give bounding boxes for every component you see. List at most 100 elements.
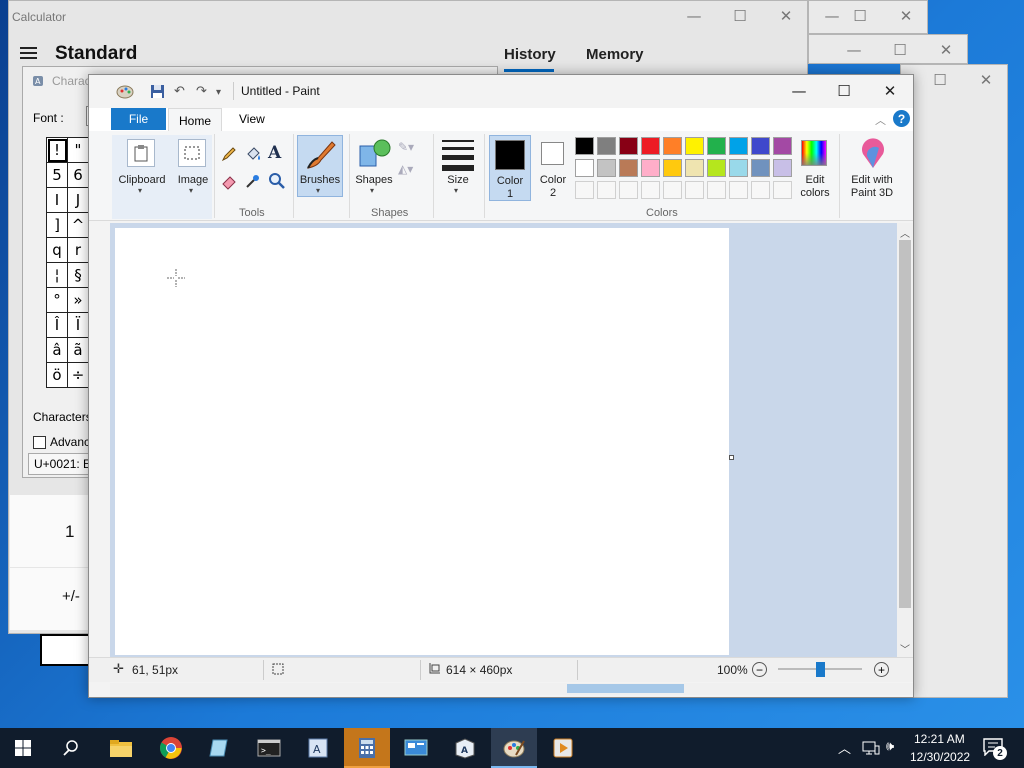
pencil-icon[interactable] bbox=[220, 145, 238, 166]
brushes-button[interactable]: Brushes ▾ bbox=[297, 135, 343, 197]
start-button[interactable] bbox=[0, 728, 46, 768]
palette-swatch[interactable] bbox=[619, 181, 638, 199]
edit-colors-button[interactable]: Edit colors bbox=[797, 136, 833, 200]
vertical-scroll-thumb[interactable] bbox=[899, 240, 911, 608]
palette-swatch[interactable] bbox=[575, 181, 594, 199]
character-cell[interactable]: I bbox=[47, 188, 68, 213]
palette-swatch[interactable] bbox=[707, 137, 726, 155]
text-icon[interactable]: A bbox=[268, 143, 281, 163]
clock-time[interactable]: 12:21 AM bbox=[914, 732, 965, 746]
palette-swatch[interactable] bbox=[641, 181, 660, 199]
character-cell[interactable]: â bbox=[47, 338, 68, 363]
maximize-icon[interactable]: ☐ bbox=[917, 65, 963, 95]
palette-swatch[interactable] bbox=[707, 181, 726, 199]
palette-swatch[interactable] bbox=[663, 159, 682, 177]
character-cell[interactable]: ^ bbox=[68, 213, 89, 238]
color2-button[interactable]: Color 2 bbox=[535, 135, 571, 201]
palette-swatch[interactable] bbox=[685, 137, 704, 155]
quick-access-dropdown-icon[interactable]: ▾ bbox=[216, 87, 221, 98]
palette-swatch[interactable] bbox=[619, 159, 638, 177]
clipboard-button[interactable]: Clipboard ▾ bbox=[116, 136, 168, 198]
zoom-in-icon[interactable]: + bbox=[874, 662, 889, 677]
palette-swatch[interactable] bbox=[773, 137, 792, 155]
character-cell[interactable]: ¦ bbox=[47, 263, 68, 288]
canvas-resize-handle[interactable] bbox=[729, 455, 734, 460]
palette-swatch[interactable] bbox=[597, 181, 616, 199]
tab-file[interactable]: File bbox=[111, 108, 166, 130]
color1-button[interactable]: Color 1 bbox=[489, 135, 531, 201]
tab-home[interactable]: Home bbox=[168, 108, 222, 132]
character-cell[interactable]: q bbox=[47, 238, 68, 263]
palette-swatch[interactable] bbox=[729, 137, 748, 155]
palette-swatch[interactable] bbox=[707, 159, 726, 177]
minimize-icon[interactable]: — bbox=[831, 35, 877, 65]
magnifier-icon[interactable] bbox=[268, 172, 286, 193]
redo-icon[interactable]: ↷ bbox=[196, 84, 207, 99]
collapse-ribbon-icon[interactable]: ︿ bbox=[875, 112, 886, 128]
palette-swatch[interactable] bbox=[773, 159, 792, 177]
character-cell[interactable]: ° bbox=[47, 288, 68, 313]
clock-date[interactable]: 12/30/2022 bbox=[910, 750, 970, 764]
palette-swatch[interactable] bbox=[685, 159, 704, 177]
palette-swatch[interactable] bbox=[751, 181, 770, 199]
palette-swatch[interactable] bbox=[729, 181, 748, 199]
palette-swatch[interactable] bbox=[751, 159, 770, 177]
palette-swatch[interactable] bbox=[619, 137, 638, 155]
advanced-view-checkbox[interactable] bbox=[33, 435, 46, 449]
palette-swatch[interactable] bbox=[751, 137, 770, 155]
character-cell[interactable]: 5 bbox=[47, 163, 68, 188]
tab-memory[interactable]: Memory bbox=[586, 46, 644, 63]
show-hidden-icons-icon[interactable]: ︿ bbox=[838, 738, 851, 757]
palette-swatch[interactable] bbox=[773, 181, 792, 199]
character-cell[interactable]: 6 bbox=[68, 163, 89, 188]
network-icon[interactable] bbox=[862, 740, 880, 759]
close-icon[interactable]: ✕ bbox=[963, 65, 1009, 95]
zoom-slider-thumb[interactable] bbox=[816, 662, 825, 677]
close-icon[interactable]: ✕ bbox=[923, 35, 969, 65]
image-button[interactable]: Image ▾ bbox=[174, 136, 212, 198]
eraser-icon[interactable] bbox=[220, 172, 238, 193]
close-icon[interactable]: ✕ bbox=[867, 76, 913, 106]
palette-swatch[interactable] bbox=[663, 181, 682, 199]
character-cell[interactable]: § bbox=[68, 263, 89, 288]
file-explorer-taskbar-button[interactable] bbox=[98, 728, 144, 768]
palette-swatch[interactable] bbox=[641, 159, 660, 177]
close-icon[interactable]: ✕ bbox=[763, 1, 809, 31]
shapes-button[interactable]: Shapes ▾ bbox=[354, 136, 394, 198]
character-cell[interactable]: ö bbox=[47, 363, 68, 388]
undo-icon[interactable]: ↶ bbox=[174, 84, 185, 99]
character-cell[interactable]: ] bbox=[47, 213, 68, 238]
chrome-taskbar-button[interactable] bbox=[148, 728, 194, 768]
palette-swatch[interactable] bbox=[597, 137, 616, 155]
character-cell[interactable]: ! bbox=[47, 138, 68, 163]
close-icon[interactable]: ✕ bbox=[883, 1, 929, 31]
hamburger-menu-icon[interactable] bbox=[20, 47, 37, 62]
horizontal-scroll-thumb[interactable] bbox=[567, 684, 684, 693]
help-icon[interactable]: ? bbox=[893, 110, 910, 127]
control-panel-taskbar-button[interactable] bbox=[393, 728, 439, 768]
character-cell[interactable]: J bbox=[68, 188, 89, 213]
edit-with-paint3d-button[interactable]: Edit with Paint 3D bbox=[843, 136, 901, 200]
palette-swatch[interactable] bbox=[685, 181, 704, 199]
scroll-up-icon[interactable]: ︿ bbox=[900, 225, 910, 240]
maximize-icon[interactable]: ☐ bbox=[717, 1, 763, 31]
media-player-taskbar-button[interactable] bbox=[540, 728, 586, 768]
search-button[interactable] bbox=[48, 728, 94, 768]
color-picker-icon[interactable] bbox=[244, 172, 262, 193]
scroll-down-icon[interactable]: ﹀ bbox=[900, 641, 910, 656]
character-cell[interactable]: " bbox=[68, 138, 89, 163]
maximize-icon[interactable]: ☐ bbox=[877, 35, 923, 65]
horizontal-scrollbar[interactable] bbox=[110, 683, 913, 695]
tab-view[interactable]: View bbox=[239, 112, 265, 126]
tab-history[interactable]: History bbox=[504, 46, 556, 63]
palette-swatch[interactable] bbox=[575, 159, 594, 177]
palette-swatch[interactable] bbox=[641, 137, 660, 155]
maximize-icon[interactable]: ☐ bbox=[821, 76, 867, 106]
character-cell[interactable]: Ï bbox=[68, 313, 89, 338]
palette-swatch[interactable] bbox=[597, 159, 616, 177]
paint-taskbar-button[interactable] bbox=[491, 728, 537, 768]
character-cell[interactable]: r bbox=[68, 238, 89, 263]
volume-icon[interactable]: 🕪 bbox=[886, 738, 894, 754]
palette-swatch[interactable] bbox=[729, 159, 748, 177]
palette-swatch[interactable] bbox=[575, 137, 594, 155]
